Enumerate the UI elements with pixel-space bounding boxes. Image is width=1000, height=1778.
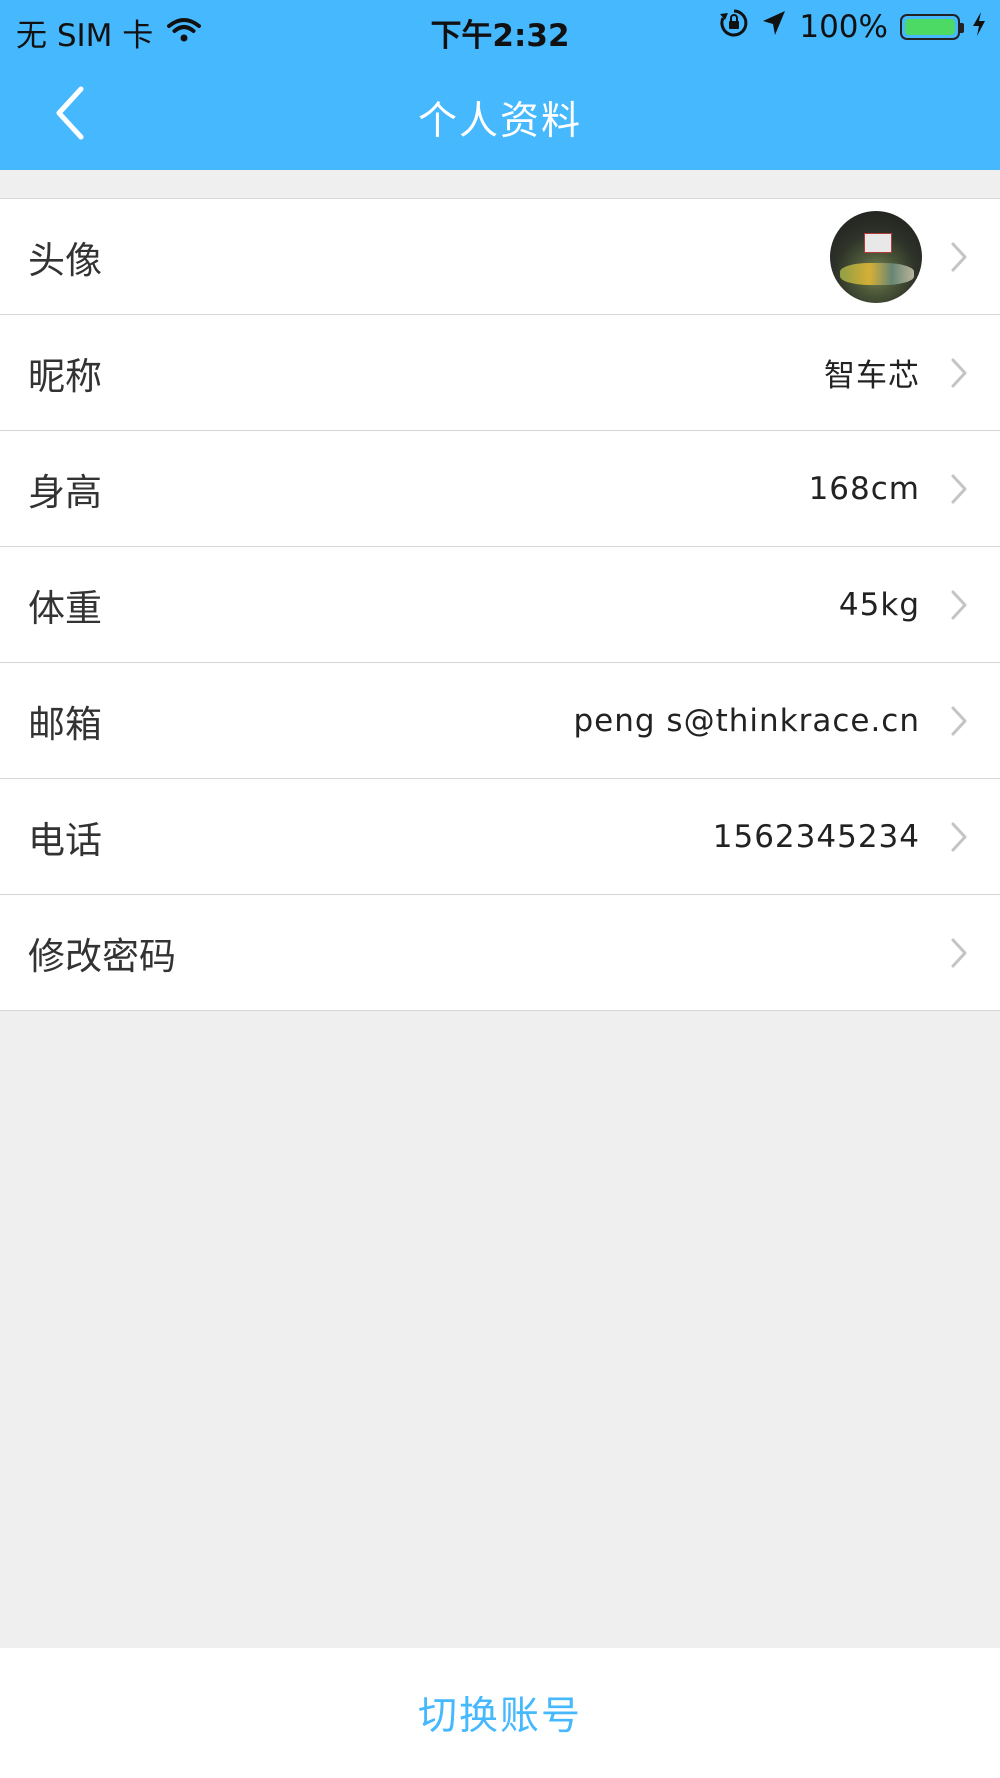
status-bar: 无 SIM 卡 下午2:32 100% (0, 0, 1000, 56)
row-height[interactable]: 身高 168cm (0, 431, 1000, 547)
row-avatar[interactable]: 头像 (0, 199, 1000, 315)
status-right: 100% (719, 8, 986, 46)
row-value: 45kg (838, 586, 920, 623)
row-label: 体重 (28, 586, 102, 630)
row-weight[interactable]: 体重 45kg (0, 547, 1000, 663)
chevron-right-icon (948, 473, 970, 505)
chevron-right-icon (948, 821, 970, 853)
row-phone[interactable]: 电话 1562345234 (0, 779, 1000, 895)
row-label: 身高 (28, 470, 102, 514)
row-value: 1562345234 (712, 818, 920, 855)
chevron-right-icon (948, 937, 970, 969)
rotation-lock-icon (719, 8, 749, 46)
battery-fill (905, 19, 955, 35)
row-label: 头像 (28, 238, 102, 282)
chevron-right-icon (948, 705, 970, 737)
row-value: 智车芯 (824, 358, 920, 394)
battery-percent: 100% (799, 9, 888, 45)
row-label: 邮箱 (28, 702, 102, 746)
avatar (830, 210, 922, 303)
row-label: 修改密码 (28, 934, 176, 978)
page-title: 个人资料 (417, 99, 582, 144)
row-label: 电话 (28, 818, 102, 862)
avatar-photo-detail (840, 262, 914, 285)
row-nickname[interactable]: 昵称 智车芯 (0, 315, 1000, 431)
profile-list: 头像 昵称 智车芯 身高 168cm 体重 45kg 邮箱 peng s@thi… (0, 198, 1000, 1011)
avatar-photo-detail (864, 232, 892, 253)
nav-bar: 个人资料 (0, 56, 1000, 170)
row-email[interactable]: 邮箱 peng s@thinkrace.cn (0, 663, 1000, 779)
chevron-right-icon (948, 589, 970, 621)
switch-account-label: 切换账号 (417, 1694, 582, 1739)
switch-account-button[interactable]: 切换账号 (0, 1648, 1000, 1778)
row-change-password[interactable]: 修改密码 (0, 895, 1000, 1011)
charging-bolt-icon (972, 9, 986, 45)
row-value: peng s@thinkrace.cn (573, 702, 920, 739)
chevron-right-icon (948, 241, 970, 273)
row-value: 168cm (808, 470, 920, 507)
chevron-right-icon (948, 357, 970, 389)
location-arrow-icon (761, 9, 787, 45)
row-label: 昵称 (28, 354, 102, 398)
battery-icon (900, 14, 964, 40)
